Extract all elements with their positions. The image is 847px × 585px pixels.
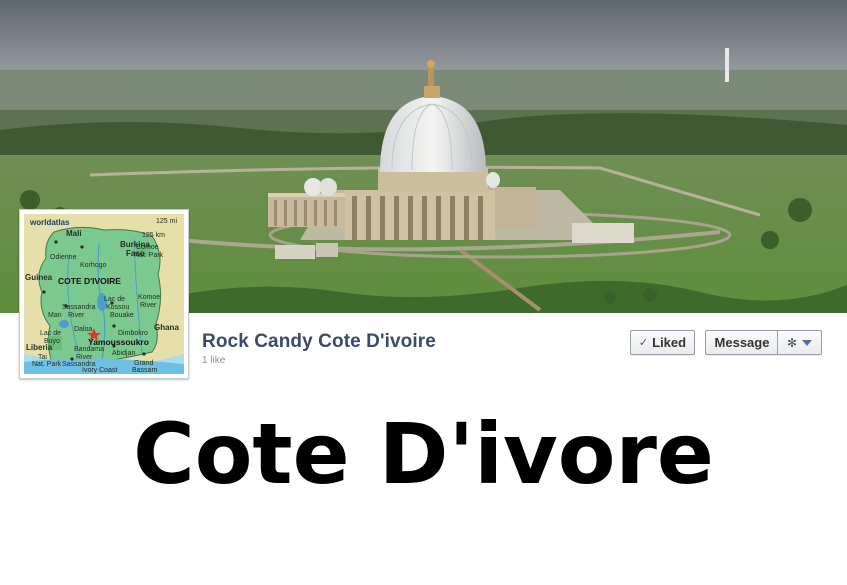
map-label-liberia: Liberia [26,343,53,352]
profile-picture[interactable]: worldatlas 125 mi 125 km Mali Burkina Fa… [19,209,189,379]
map-label-korhogo: Korhogo [80,262,107,269]
gear-icon: ✻ [786,335,798,350]
message-button-label: Message [714,335,770,350]
map-label-lac-kossou-1: Lac de [104,296,126,303]
map-brand: worldatlas [30,218,70,227]
map-label-komoe-river-2: River [140,302,157,309]
map-label-tai-park-2: Nat. Park [32,361,62,368]
map-label-ivory-coast: Ivory Coast [82,367,118,374]
map-label-sassandra-river-2: River [68,312,85,319]
liked-button[interactable]: ✓ Liked [630,330,695,355]
map-label-abidjan: Abidjan [112,350,136,357]
map-scale-mi: 125 mi [156,218,178,225]
map-image: worldatlas 125 mi 125 km Mali Burkina Fa… [24,214,184,374]
map-label-comoe-park-2: Nat. Park [134,252,164,259]
map-label-bouake: Bouake [110,312,134,319]
liked-button-label: Liked [652,335,687,350]
map-label-man: Man [48,312,62,319]
page-title[interactable]: Rock Candy Cote D'ivoire [202,331,436,353]
map-label-odienne: Odienne [50,254,77,261]
map-label-lac-buyo-1: Lac de [40,330,62,337]
map-label-grand-bassam-2: Bassam [132,367,158,374]
caret-down-icon [802,339,813,346]
map-label-grand-bassam-1: Grand [134,360,154,367]
map-country-name: COTE D'IVOIRE [58,276,121,286]
map-label-dimbokro: Dimbokro [118,330,148,337]
map-label-ghana: Ghana [154,323,179,332]
map-label-bandama-river-1: Bandama [74,346,104,353]
likes-count[interactable]: 1 like [202,355,225,366]
map-label-tai-park-1: Tai [38,354,47,361]
map-scale-km: 125 km [142,232,165,239]
map-label-bandama-river-2: River [76,354,93,361]
message-button[interactable]: Message [705,330,778,355]
map-label-comoe-park-1: Comoe [136,244,159,251]
map-label-lac-kossou-2: Kossou [106,304,130,311]
caption-text: Cote D'ivore [133,405,714,503]
map-label-mali: Mali [66,229,82,238]
map-label-komoe-river-1: Komoe [138,294,161,301]
map-label-sassandra-river-1: Sassandra [62,304,96,311]
settings-dropdown-button[interactable]: ✻ [777,330,822,355]
checkmark-icon: ✓ [638,337,649,349]
map-label-daloa: Daloa [74,326,93,333]
map-label-guinea: Guinea [25,273,53,282]
